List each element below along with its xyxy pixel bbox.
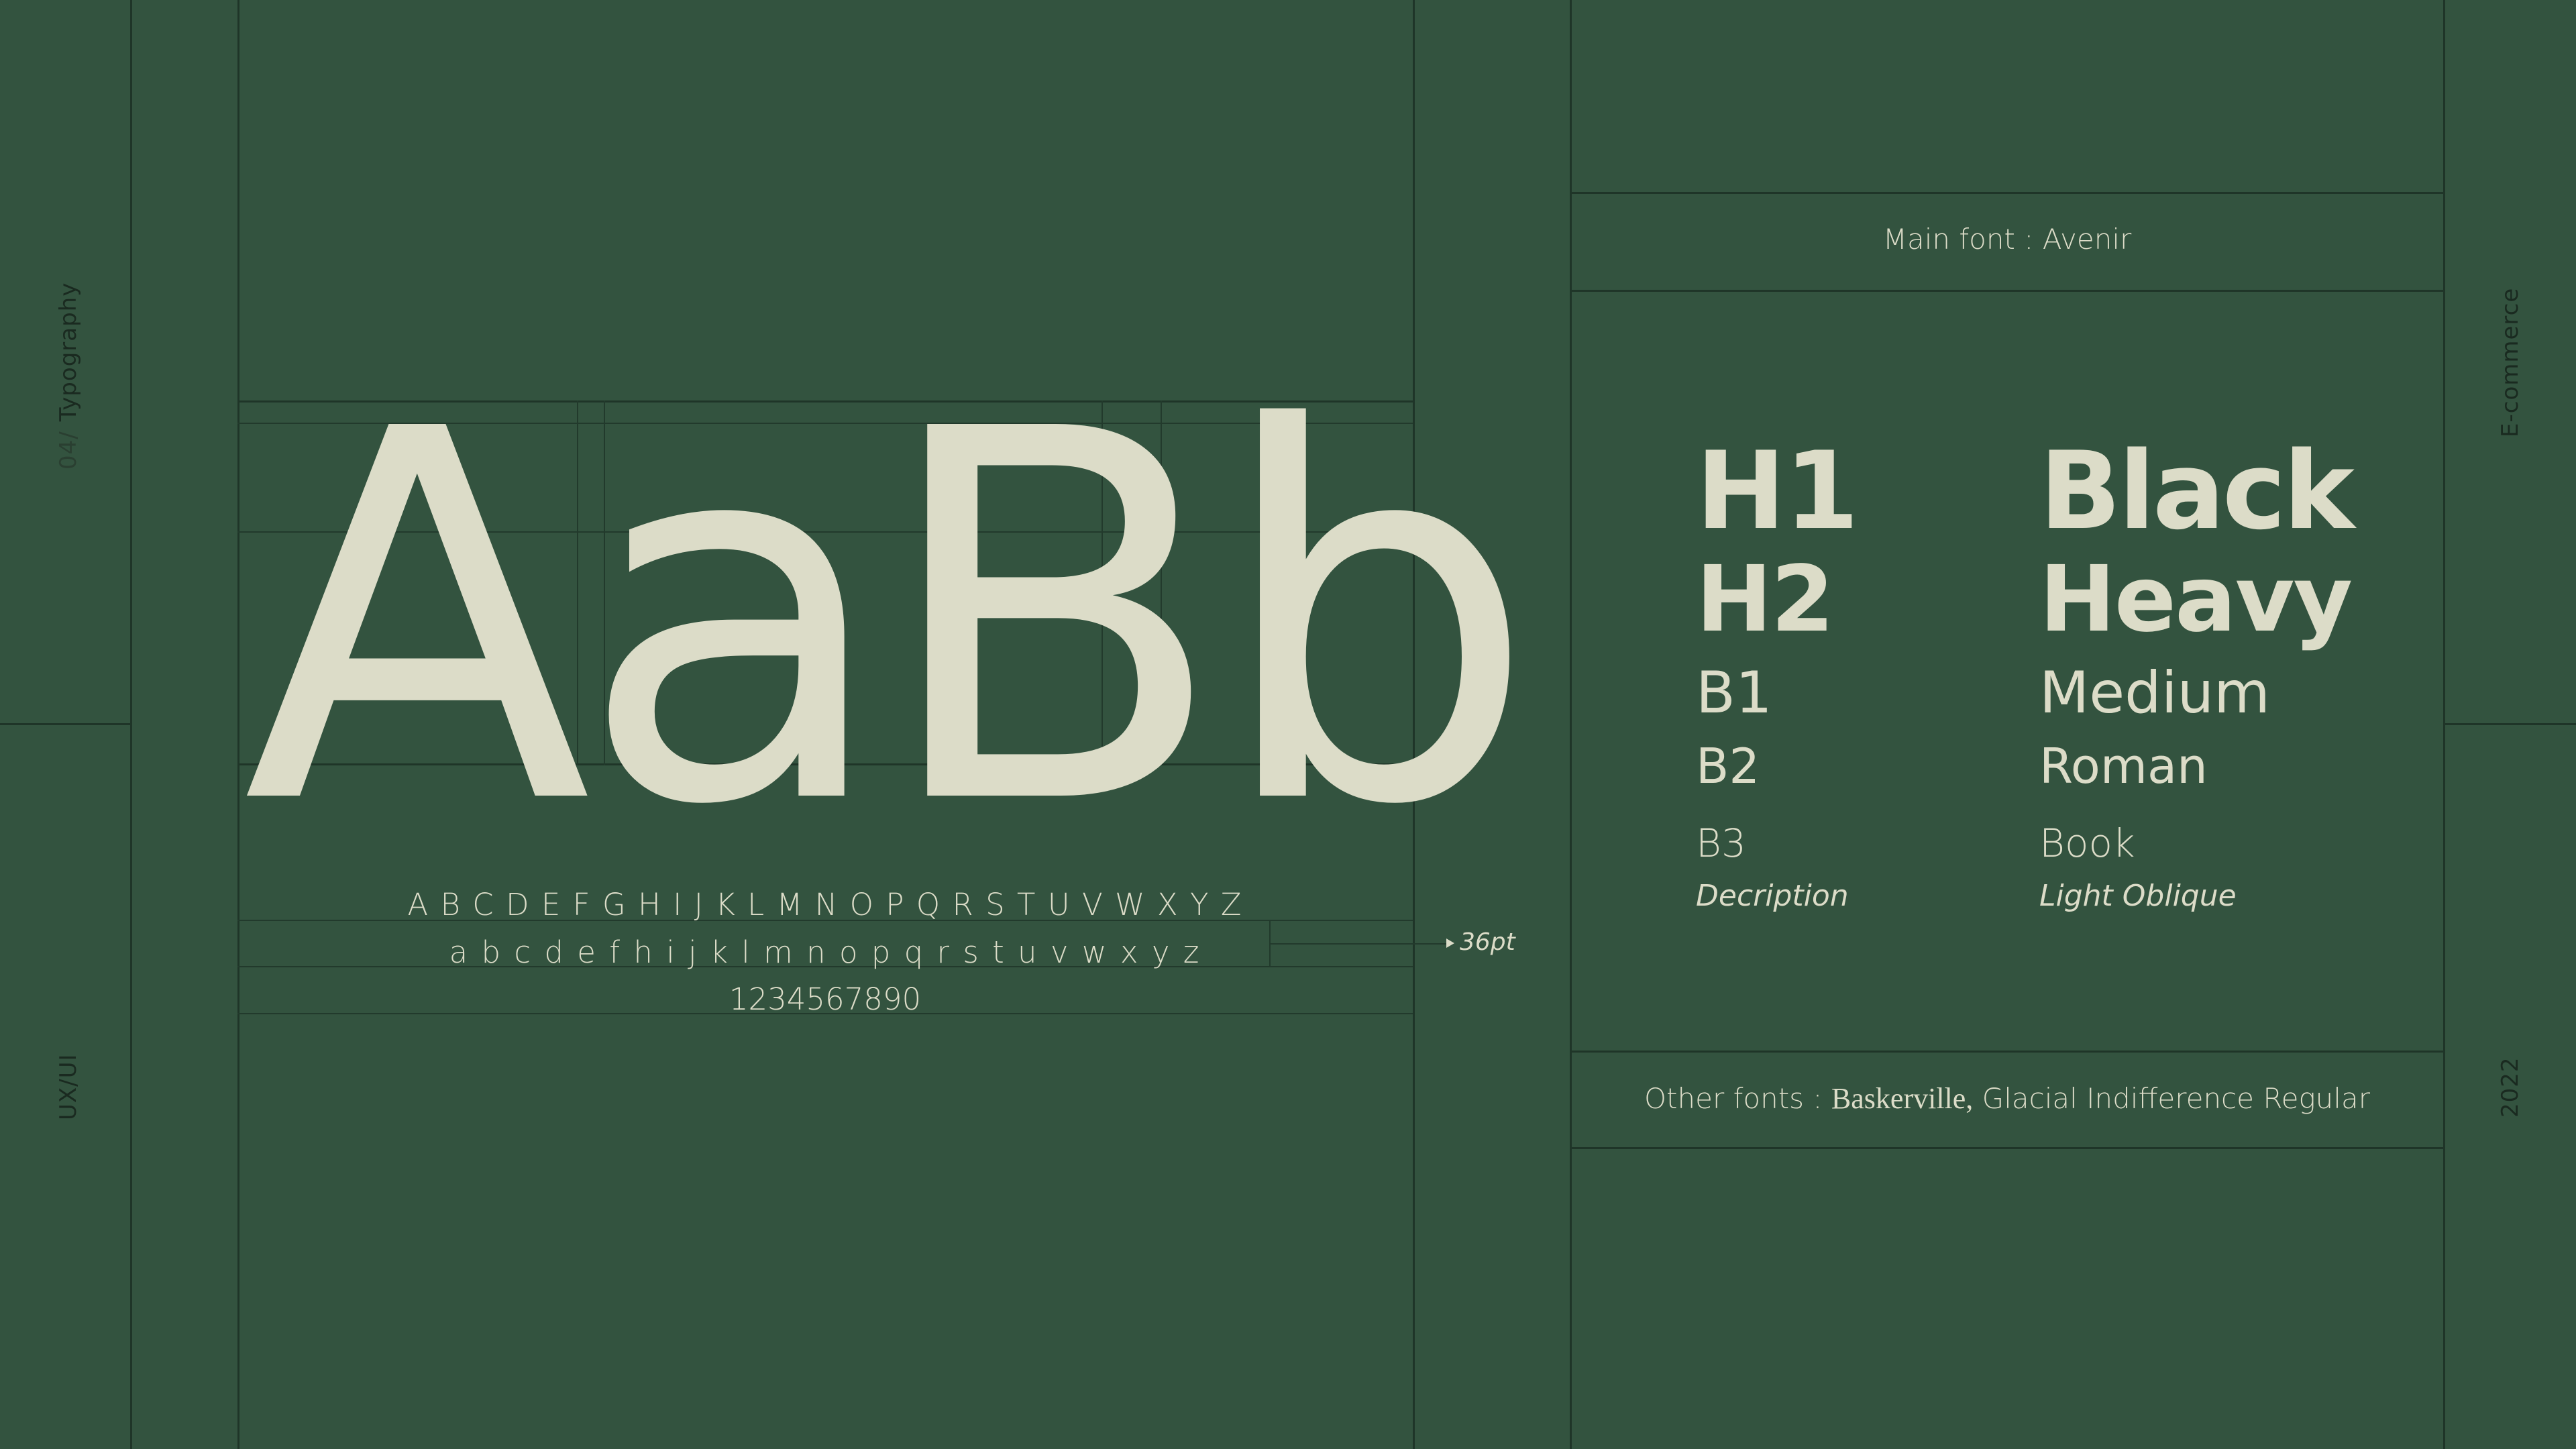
style-b3: B3 bbox=[1696, 820, 1746, 866]
section-title: Typography bbox=[55, 282, 82, 422]
other-fonts-bottom-line bbox=[1570, 1147, 2445, 1149]
style-h1: H1 bbox=[1696, 428, 1859, 553]
side-label-year: 2022 bbox=[2497, 1057, 2524, 1118]
style-h2: H2 bbox=[1696, 547, 1834, 653]
lowercase-alphabet: a b c d e f h i j k l m n o p q r s t u … bbox=[449, 934, 1201, 970]
year-label: 2022 bbox=[2497, 1057, 2524, 1118]
section-number: 04/ bbox=[55, 431, 82, 470]
other-font-baskerville: Baskerville, bbox=[1831, 1082, 1974, 1115]
weight-book: Book bbox=[2039, 820, 2135, 866]
weight-heavy: Heavy bbox=[2039, 547, 2353, 653]
size-pointer-arrow bbox=[1446, 938, 1454, 948]
grid-line-v2 bbox=[237, 0, 239, 1449]
side-label-ecommerce: E-commerce bbox=[2497, 288, 2524, 437]
weight-light-oblique: Light Oblique bbox=[2039, 879, 2237, 913]
style-description: Decription bbox=[1696, 879, 1849, 913]
side-label-uxui: UX/UI bbox=[55, 1053, 82, 1120]
weight-black: Black bbox=[2039, 428, 2355, 553]
category-label: E-commerce bbox=[2497, 287, 2524, 437]
main-font-bottom-line bbox=[1570, 290, 2445, 292]
grid-line-v4 bbox=[1570, 0, 1572, 1449]
main-font-top-line bbox=[1570, 192, 2445, 194]
style-b2: B2 bbox=[1696, 738, 1760, 794]
style-b1: B1 bbox=[1696, 659, 1772, 727]
main-font-label: Main font : Avenir bbox=[1882, 223, 2132, 256]
grid-line-right-mid bbox=[2443, 723, 2576, 725]
other-font-glacial: Glacial Indifference Regular bbox=[1982, 1082, 2370, 1115]
uppercase-alphabet: A B C D E F G H I J K L M N O P Q R S T … bbox=[407, 887, 1243, 922]
size-note: 36pt bbox=[1460, 928, 1515, 956]
weight-medium: Medium bbox=[2039, 659, 2270, 727]
specimen-glyphs: AaBb bbox=[243, 323, 1537, 916]
grid-line-left-mid bbox=[0, 723, 131, 725]
side-label-typography: 04/Typography bbox=[55, 282, 82, 470]
weight-roman: Roman bbox=[2039, 738, 2208, 794]
other-fonts-prefix: Other fonts : bbox=[1644, 1082, 1823, 1115]
other-fonts-label: Other fonts : Baskerville, Glacial Indif… bbox=[1571, 1081, 2443, 1116]
other-fonts-top-line bbox=[1570, 1051, 2445, 1053]
discipline-label: UX/UI bbox=[55, 1053, 82, 1120]
numerals: 1234567890 bbox=[729, 981, 922, 1017]
